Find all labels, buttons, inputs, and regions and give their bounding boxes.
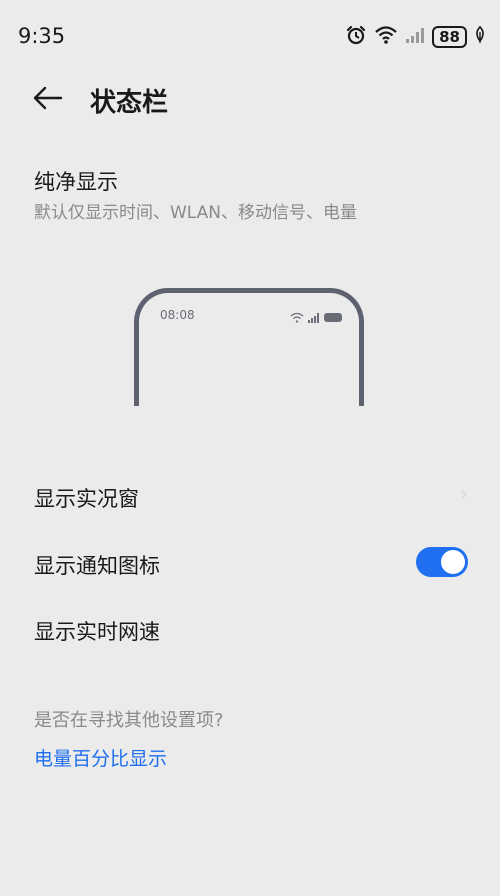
setting-row-notification-icons[interactable]: 显示通知图标 xyxy=(0,535,500,591)
page-header: 状态栏 xyxy=(0,72,500,128)
alarm-icon xyxy=(345,24,367,50)
battery-percentage-link[interactable]: 电量百分比显示 xyxy=(34,744,167,771)
setting-label: 显示通知图标 xyxy=(34,554,160,578)
page-title: 状态栏 xyxy=(90,88,169,118)
status-bar-preview: 08:08 xyxy=(134,288,364,406)
setting-label: 显示实时网速 xyxy=(34,620,160,644)
back-arrow-icon xyxy=(33,86,63,114)
status-icons: 88 xyxy=(345,24,486,50)
wifi-icon xyxy=(374,25,398,49)
setting-row-network-speed[interactable]: 显示实时网速 xyxy=(0,601,500,657)
battery-indicator: 88 xyxy=(432,26,467,48)
leaf-icon xyxy=(474,25,486,48)
preview-icons xyxy=(290,308,342,327)
preview-battery-icon xyxy=(324,313,342,322)
status-bar: 9:35 88 xyxy=(0,0,500,72)
back-button[interactable] xyxy=(28,82,68,118)
clean-display-description: 默认仅显示时间、WLAN、移动信号、电量 xyxy=(34,203,358,223)
cellular-signal-icon xyxy=(405,26,425,48)
preview-wifi-icon xyxy=(290,308,304,327)
search-hint: 是否在寻找其他设置项? xyxy=(34,710,224,731)
preview-time: 08:08 xyxy=(160,308,195,322)
preview-signal-icon xyxy=(308,308,320,327)
notification-icons-toggle[interactable] xyxy=(416,547,468,577)
setting-row-live-window[interactable]: 显示实况窗 › xyxy=(0,468,500,524)
chevron-right-icon: › xyxy=(459,482,468,507)
toggle-knob xyxy=(441,550,465,574)
setting-label: 显示实况窗 xyxy=(34,487,139,511)
clean-display-title: 纯净显示 xyxy=(34,170,118,194)
phone-frame xyxy=(134,288,364,406)
status-time: 9:35 xyxy=(18,24,66,48)
